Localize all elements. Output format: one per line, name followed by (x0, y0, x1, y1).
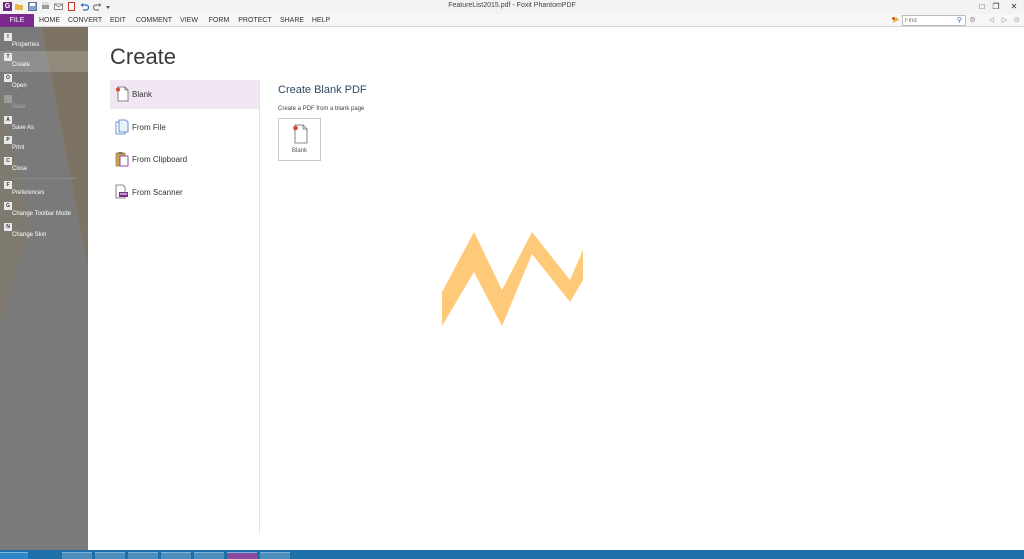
shortcut-key: O (4, 74, 12, 82)
page-title: Create (110, 44, 177, 69)
find-tool-icon[interactable] (891, 16, 900, 25)
create-panel: Create Blank From File From Clipboard Fr… (88, 28, 1024, 551)
tab-share[interactable]: SHARE (278, 14, 306, 27)
tab-comment[interactable]: COMMENT (135, 14, 173, 27)
restore-down-icon[interactable]: □ (976, 2, 988, 11)
menu-item-print[interactable]: P Print (0, 134, 88, 155)
start-button[interactable] (0, 552, 28, 559)
app-window: G FeatureList2015.pdf - Foxit PhantomPDF… (0, 0, 1024, 559)
option-label: From File (132, 123, 166, 132)
previous-icon[interactable]: ◁ (987, 16, 996, 25)
menu-item-save: Save (0, 93, 88, 114)
tab-form[interactable]: FORM (206, 14, 232, 27)
title-bar: G FeatureList2015.pdf - Foxit PhantomPDF… (0, 0, 1024, 14)
clipboard-icon (115, 152, 129, 167)
menu-item-label: Close (12, 166, 28, 172)
option-label: Blank (132, 90, 153, 99)
window-title: FeatureList2015.pdf - Foxit PhantomPDF (448, 2, 576, 9)
option-label: From Clipboard (132, 155, 188, 164)
tab-file[interactable]: FILE (0, 14, 34, 27)
menu-item-change-toolbar-mode[interactable]: G Change Toolbar Mode (0, 200, 88, 221)
tab-help[interactable]: HELP (310, 14, 332, 27)
menu-item-preferences[interactable]: F Preferences (0, 179, 88, 200)
windows-taskbar (0, 550, 1024, 559)
menu-item-label: Change Toolbar Mode (12, 211, 71, 217)
foxit-watermark-logo (442, 232, 583, 326)
settings-icon[interactable]: ⊙ (1012, 16, 1021, 25)
taskbar-app-button[interactable] (95, 552, 125, 559)
menu-item-label: Create (12, 62, 31, 68)
taskbar-app-button[interactable] (62, 552, 92, 559)
blank-page-icon (116, 86, 129, 102)
tab-view[interactable]: VIEW (178, 14, 200, 27)
tab-home[interactable]: HOME (37, 14, 62, 27)
shortcut-key: C (4, 157, 12, 165)
menu-item-save-as[interactable]: A Save As (0, 114, 88, 135)
shortcut-key: G (4, 202, 12, 210)
menu-item-open[interactable]: O Open (0, 72, 88, 93)
file-page-icon (115, 119, 129, 135)
ribbon-tab-bar: FILE HOME CONVERT EDIT COMMENT VIEW FORM… (0, 14, 1024, 27)
detail-title: Create Blank PDF (278, 84, 367, 96)
email-icon[interactable] (54, 2, 63, 11)
menu-item-label: Properties (12, 42, 40, 48)
create-option-blank[interactable]: Blank (110, 80, 259, 109)
shortcut-key: T (4, 53, 12, 61)
menu-item-label: Open (12, 83, 27, 89)
file-backstage-menu: I Properties T Create O Open Save A Save… (0, 27, 88, 550)
shortcut-key: P (4, 136, 12, 144)
create-option-from-scanner[interactable]: From Scanner (110, 178, 259, 207)
taskbar-foxit-button[interactable] (227, 552, 257, 559)
menu-item-label: Print (12, 145, 25, 151)
redo-icon[interactable] (93, 2, 102, 11)
menu-item-properties[interactable]: I Properties (0, 31, 88, 52)
tab-protect[interactable]: PROTECT (237, 14, 273, 27)
search-icon[interactable]: ⚲ (955, 16, 964, 25)
close-icon[interactable]: ✕ (1008, 2, 1020, 11)
taskbar-app-button[interactable] (161, 552, 191, 559)
blank-pdf-label: Blank (291, 148, 307, 154)
taskbar-app-button[interactable] (128, 552, 158, 559)
menu-item-label: Save As (12, 125, 35, 131)
taskbar-app-button[interactable] (260, 552, 290, 559)
scanner-icon (115, 184, 128, 199)
menu-item-change-skin[interactable]: N Change Skin (0, 221, 88, 242)
panel-divider (259, 80, 260, 534)
customize-toolbar-icon[interactable] (105, 2, 111, 11)
create-option-from-file[interactable]: From File (110, 113, 259, 142)
tab-edit[interactable]: EDIT (108, 14, 128, 27)
next-icon[interactable]: ▷ (1000, 16, 1009, 25)
menu-item-close[interactable]: C Close (0, 155, 88, 176)
restore-icon[interactable]: ❐ (990, 2, 1002, 11)
save-icon[interactable] (28, 2, 37, 11)
menu-item-label: Change Skin (12, 232, 47, 238)
blank-page-icon (293, 124, 308, 144)
print-icon[interactable] (41, 2, 50, 11)
blank-pdf-button[interactable]: Blank (278, 118, 321, 161)
shortcut-key (4, 95, 12, 103)
open-folder-icon[interactable] (15, 2, 24, 11)
option-label: From Scanner (132, 188, 183, 197)
undo-icon[interactable] (80, 2, 89, 11)
taskbar-app-button[interactable] (194, 552, 224, 559)
menu-item-label: Preferences (12, 190, 45, 196)
app-logo-icon[interactable]: G (3, 2, 12, 11)
new-document-icon[interactable] (67, 2, 76, 11)
shortcut-key: F (4, 181, 12, 189)
menu-item-label: Save (12, 104, 26, 110)
tab-convert[interactable]: CONVERT (68, 14, 102, 27)
shortcut-key: I (4, 33, 12, 41)
detail-description: Create a PDF from a blank page (278, 106, 365, 112)
search-options-icon[interactable]: ⚙ (968, 16, 977, 25)
shortcut-key: A (4, 116, 12, 124)
shortcut-key: N (4, 223, 12, 231)
create-option-from-clipboard[interactable]: From Clipboard (110, 145, 259, 174)
menu-item-create[interactable]: T Create (0, 51, 88, 72)
